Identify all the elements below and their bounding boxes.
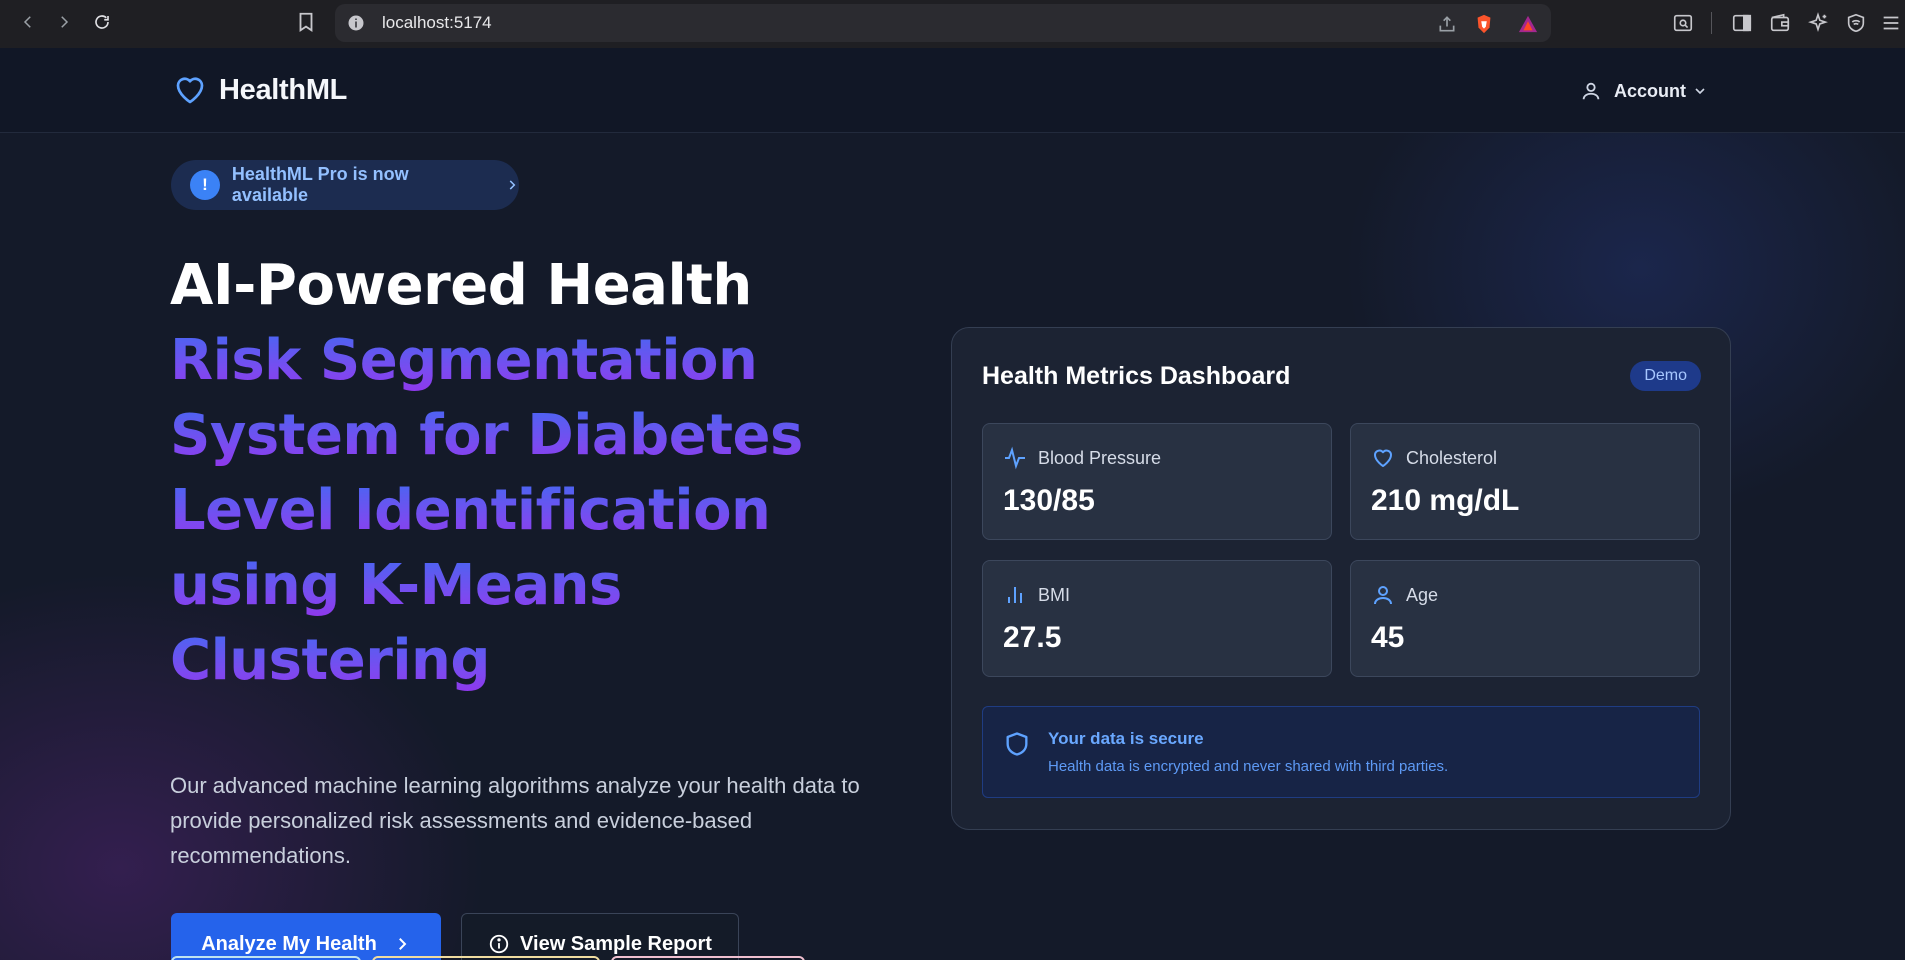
feature-chip — [372, 956, 600, 960]
info-icon — [489, 934, 509, 954]
metric-label: Age — [1406, 585, 1439, 605]
announcement-text: HealthML Pro is now available — [231, 164, 409, 205]
reader-mode-icon[interactable] — [1672, 12, 1694, 34]
shield-icon — [1006, 732, 1028, 756]
brand-logo[interactable]: HealthML — [171, 72, 347, 108]
brave-shield-icon[interactable] — [1473, 13, 1495, 35]
back-icon[interactable] — [14, 8, 42, 36]
toolbar-divider — [1711, 12, 1712, 34]
feature-chip — [611, 956, 805, 960]
brand-name: HealthML — [219, 73, 348, 106]
chevron-right-icon — [509, 180, 516, 190]
brave-rewards-icon[interactable] — [1517, 14, 1539, 34]
metric-value: 210 mg/dL — [1371, 484, 1520, 517]
metric-label: BMI — [1038, 585, 1071, 605]
reload-icon[interactable] — [88, 8, 116, 36]
secure-title: Your data is secure — [1048, 729, 1204, 748]
bookmark-icon[interactable] — [295, 11, 317, 33]
hero-title-gradient-line: Risk Segmentation — [170, 323, 870, 398]
forward-icon[interactable] — [50, 8, 78, 36]
analyze-button-label: Analyze My Health — [201, 932, 377, 955]
metric-card-age: Age 45 — [1350, 560, 1700, 677]
metric-value: 130/85 — [1003, 484, 1095, 517]
hero-title-line: AI-Powered Health — [170, 253, 752, 318]
account-menu-button[interactable]: Account — [1580, 80, 1708, 102]
page: HealthML Account ! HealthML Pro is now a… — [0, 48, 1905, 960]
metric-card-blood-pressure: Blood Pressure 130/85 — [982, 423, 1332, 540]
chevron-down-icon — [1695, 88, 1705, 95]
dashboard-title: Health Metrics Dashboard — [982, 362, 1291, 390]
chevron-right-icon — [398, 938, 407, 950]
metric-card-bmi: BMI 27.5 — [982, 560, 1332, 677]
share-icon[interactable] — [1437, 14, 1457, 34]
hero-title: AI-Powered Health Risk Segmentation Syst… — [170, 248, 870, 698]
analyze-my-health-button[interactable]: Analyze My Health — [171, 913, 441, 960]
browser-toolbar: localhost:5174 — [0, 0, 1905, 48]
metric-value: 27.5 — [1003, 621, 1062, 654]
url-text[interactable]: localhost:5174 — [382, 13, 492, 33]
demo-badge: Demo — [1630, 361, 1701, 391]
heart-icon — [1374, 449, 1392, 467]
site-info-icon[interactable] — [347, 14, 365, 32]
metric-label: Cholesterol — [1406, 448, 1498, 468]
user-icon — [1582, 82, 1600, 100]
health-metrics-dashboard: Health Metrics Dashboard Demo Blood Pres… — [951, 327, 1731, 830]
feature-chip — [171, 956, 361, 960]
secure-text: Health data is encrypted and never share… — [1048, 758, 1449, 775]
hero-title-gradient-line: Clustering — [170, 623, 870, 698]
metric-card-cholesterol: Cholesterol 210 mg/dL — [1350, 423, 1700, 540]
view-report-label: View Sample Report — [520, 932, 712, 955]
bar-chart-icon — [1008, 587, 1022, 603]
leo-ai-icon[interactable] — [1807, 12, 1829, 34]
sidebar-icon[interactable] — [1731, 12, 1753, 34]
view-sample-report-button[interactable]: View Sample Report — [461, 913, 739, 960]
hero-title-gradient-line: System for Diabetes — [170, 398, 870, 473]
address-bar[interactable]: localhost:5174 — [335, 4, 1551, 42]
metric-label: Blood Pressure — [1038, 448, 1162, 468]
hero-description: Our advanced machine learning algorithms… — [170, 773, 860, 868]
alert-icon: ! — [190, 170, 220, 200]
menu-icon[interactable] — [1880, 12, 1902, 34]
top-navigation: HealthML Account — [0, 48, 1905, 133]
data-secure-notice: Your data is secure Health data is encry… — [982, 706, 1700, 798]
announcement-pill[interactable]: ! HealthML Pro is now available — [171, 160, 519, 210]
user-icon — [1374, 586, 1392, 605]
account-label: Account — [1614, 80, 1686, 101]
metric-value: 45 — [1371, 621, 1405, 654]
activity-icon — [1005, 446, 1025, 470]
vpn-icon[interactable] — [1845, 12, 1867, 34]
heart-logo-icon — [176, 77, 204, 104]
wallet-icon[interactable] — [1769, 12, 1791, 34]
hero-title-gradient-line: using K-Means — [170, 548, 870, 623]
hero-title-gradient-line: Level Identification — [170, 473, 870, 548]
